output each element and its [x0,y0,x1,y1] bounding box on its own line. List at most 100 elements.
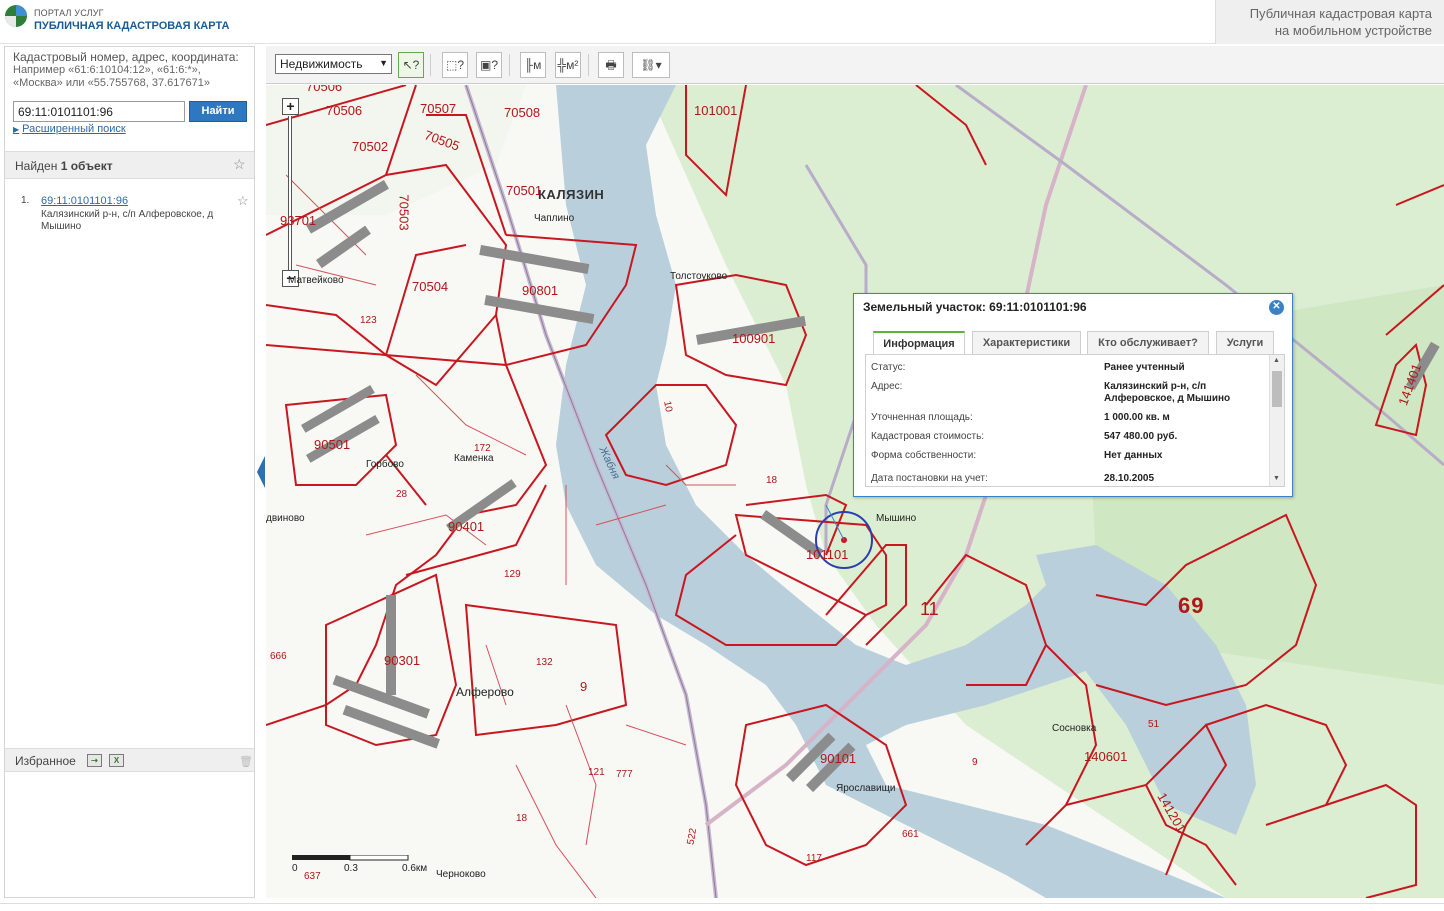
parcel-label: 666 [270,651,287,662]
area-identify-button[interactable]: ⬚? [442,52,468,78]
parcel-label: 70503 [396,194,412,231]
expand-arrow-icon: ▶ [13,125,20,134]
info-panel-button[interactable]: ▣? [476,52,502,78]
row-value: Нет данных [1104,450,1163,461]
parcel-label: 101001 [694,103,738,118]
result-cadastral-link[interactable]: 69:11:0101101:96 [41,195,128,207]
header: ПОРТАЛ УСЛУГ ПУБЛИЧНАЯ КАДАСТРОВАЯ КАРТА… [0,0,1444,44]
search-input[interactable] [13,101,185,122]
tab-services[interactable]: Услуги [1216,331,1274,354]
printer-icon: 🖶 [605,58,617,72]
mobile-line-1: Публичная кадастровая карта [1249,6,1432,21]
sidebar: Кадастровый номер, адрес, координата: На… [4,46,255,898]
advanced-search-link[interactable]: ▶ Расширенный поиск [13,123,126,135]
row-value: 547 480.00 руб. [1104,431,1178,442]
parcel-label: 661 [902,829,919,840]
parcel-label: 93701 [280,213,317,228]
collapse-sidebar-icon[interactable] [257,456,265,488]
place-label: Ярославищи [836,783,896,794]
place-label: Горбово [366,459,404,470]
tab-information[interactable]: Информация [873,331,965,355]
parcel-label: 90301 [384,653,421,668]
scale-bar: 0 0.3 0.6км [292,855,442,877]
parcel-label: 18 [766,475,778,486]
tab-characteristics[interactable]: Характеристики [972,331,1081,354]
parcel-label: 140601 [1084,749,1128,764]
trash-icon[interactable]: 🗑 [239,755,253,768]
parcel-label: 28 [396,489,408,500]
parcel-label: 70506 [326,103,363,118]
scale-bar-graphic [292,855,409,861]
results-header: Найден 1 объект ☆ [5,151,254,179]
close-icon[interactable]: ✕ [1269,300,1284,315]
zoom-in-button[interactable]: + [282,98,299,115]
portal-logo-icon[interactable] [4,4,28,28]
scroll-thumb[interactable] [1272,371,1282,407]
row-key: Форма собственности: [871,450,977,461]
parcel-label: 101101 [806,547,849,562]
popup-title: Земельный участок: 69:11:0101101:96 [863,300,1087,314]
row-key: Адрес: [871,381,903,392]
portal-title[interactable]: ПУБЛИЧНАЯ КАДАСТРОВАЯ КАРТА [34,20,229,32]
parcel-label: 117 [806,853,822,864]
parcel-info-popup: Земельный участок: 69:11:0101101:96 ✕ Ин… [853,293,1293,497]
identify-tool-button[interactable]: ↖? [398,52,424,78]
place-label: Толстоуково [670,271,728,282]
mobile-line-2: на мобильном устройстве [1274,23,1432,38]
search-hint-line-2: «Москва» или «55.755768, 37.617671» [13,77,210,89]
parcel-label: 11 [920,599,939,619]
area-ruler-icon: ╬м² [557,58,579,72]
map-toolbar: Недвижимость ▼ ↖? ⬚? ▣? ╟м ╬м² 🖶 ⛓▾ [266,46,1444,84]
page-footer [0,903,1444,911]
excel-export-icon[interactable]: X [109,754,124,767]
parcel-label: 123 [360,315,377,326]
parcel-label: 18 [516,813,528,824]
popup-scrollbar[interactable]: ▲ ▼ [1269,355,1284,486]
parcel-label: 132 [536,657,553,668]
star-icon[interactable]: ☆ [237,193,249,209]
tab-who-serves[interactable]: Кто обслуживает? [1087,331,1209,354]
area-question-icon: ⬚? [445,58,464,72]
scale-zero: 0 [292,863,298,874]
row-key: Уточненная площадь: [871,412,973,423]
print-button[interactable]: 🖶 [598,52,624,78]
parcel-label: 51 [1148,719,1160,730]
parcel-label: 90801 [522,283,559,298]
link-button[interactable]: ⛓▾ [632,52,670,78]
measure-distance-button[interactable]: ╟м [520,52,546,78]
scroll-down-icon[interactable]: ▼ [1273,475,1280,482]
row-key: Дата постановки на учет: [871,473,988,484]
scroll-up-icon[interactable]: ▲ [1273,357,1280,364]
search-button[interactable]: Найти [189,101,247,122]
parcel-label: 90501 [314,437,351,452]
parcel-label: 70504 [412,279,449,294]
result-number: 1. [21,195,30,206]
place-label: КАЛЯЗИН [538,187,605,202]
parcel-label: 9 [580,679,588,694]
parcel-label: 90101 [820,751,857,766]
parcel-label: 777 [616,769,633,780]
row-value: 1 000.00 кв. м [1104,412,1170,423]
parcel-label: 70506 [306,85,343,94]
parcel-label: 70501 [506,183,543,198]
search-hint: Кадастровый номер, адрес, координата: На… [13,51,253,90]
parcel-label: 70507 [420,101,457,116]
search-hint-line-1: Например «61:6:10104:12», «61:6:*», [13,64,201,76]
zoom-slider[interactable] [288,116,292,272]
mobile-version-link[interactable]: Публичная кадастровая карта на мобильном… [1215,0,1444,44]
results-count-value: 1 объект [60,159,113,173]
parcel-label: 10 [661,400,674,413]
measure-area-button[interactable]: ╬м² [555,52,581,78]
star-icon[interactable]: ☆ [233,156,246,173]
parcel-label: 90401 [448,519,485,534]
row-value: Ранее учтенный [1104,362,1185,373]
layer-select[interactable]: Недвижимость ▼ [275,54,392,74]
district-label: 69 [1178,593,1205,618]
favorites-header: Избранное ⇢ X 🗑 [5,748,254,772]
row-value: Калязинский р-н, с/п Алферовское, д Мыши… [1104,381,1231,404]
export-icon[interactable]: ⇢ [87,754,102,767]
place-label: двиново [266,513,305,524]
toolbar-separator [430,54,431,76]
layer-select-value: Недвижимость [280,57,363,71]
results-prefix: Найден [15,159,61,173]
